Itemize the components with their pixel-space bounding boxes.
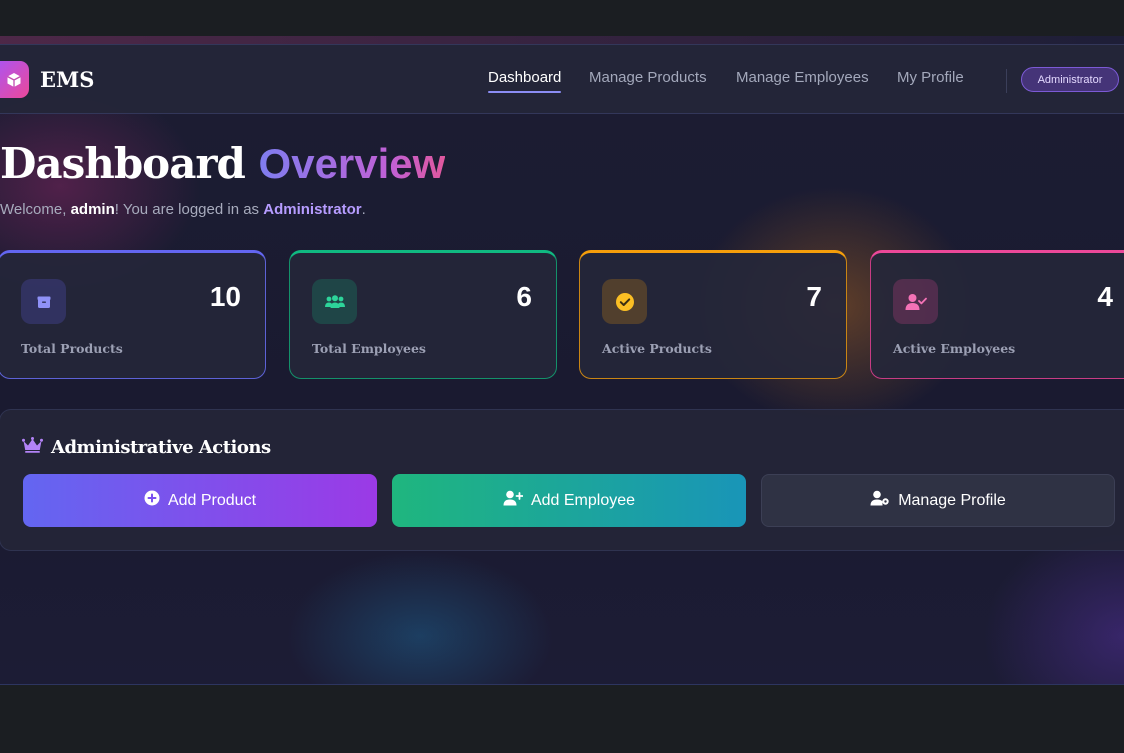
role-badge: Administrator [1021, 67, 1119, 92]
nav-my-profile[interactable]: My Profile [897, 69, 964, 86]
stat-label: Active Employees [893, 341, 1016, 356]
user-check-icon [893, 279, 938, 324]
stat-label: Active Products [602, 341, 712, 356]
nav-manage-employees[interactable]: Manage Employees [736, 69, 869, 86]
plus-circle-icon [144, 490, 160, 511]
welcome-middle: ! You are logged in as [114, 201, 264, 218]
actions-panel: Administrative Actions Add Product Add E… [0, 409, 1124, 551]
user-plus-icon [503, 490, 524, 511]
add-employee-button[interactable]: Add Employee [392, 474, 746, 527]
page-title-accent: Overview [258, 140, 446, 187]
stat-label: Total Products [21, 341, 123, 356]
box-icon [21, 279, 66, 324]
add-product-label: Add Product [167, 491, 257, 509]
stat-card-total-employees: 6 Total Employees [289, 250, 557, 379]
crown-icon [22, 437, 43, 458]
actions-title-text: Administrative Actions [51, 437, 271, 458]
logo-icon[interactable] [0, 61, 29, 98]
check-circle-icon [602, 279, 647, 324]
stat-value: 4 [1097, 281, 1113, 312]
welcome-role: Administrator [263, 201, 362, 218]
stat-card-total-products: 10 Total Products [0, 250, 266, 379]
stat-label: Total Employees [312, 341, 426, 356]
user-gear-icon [870, 490, 890, 511]
nav-dashboard[interactable]: Dashboard [488, 69, 562, 93]
stat-card-active-employees: 4 Active Employees [870, 250, 1124, 379]
stat-value: 6 [516, 281, 532, 312]
navbar: EMS Dashboard Manage Products Manage Emp… [0, 44, 1124, 114]
welcome-prefix: Welcome, [0, 201, 71, 218]
stat-value: 10 [209, 281, 241, 312]
brand-name[interactable]: EMS [40, 67, 94, 92]
manage-profile-button[interactable]: Manage Profile [761, 474, 1115, 527]
stat-value: 7 [806, 281, 822, 312]
nav-manage-products[interactable]: Manage Products [589, 69, 707, 86]
welcome-suffix: . [361, 201, 366, 218]
stat-card-active-products: 7 Active Products [579, 250, 847, 379]
page-title-main: Dashboard [0, 139, 246, 188]
app-window: EMS Dashboard Manage Products Manage Emp… [0, 36, 1124, 685]
nav-divider [1006, 69, 1007, 93]
welcome-message: Welcome, admin! You are logged in as Adm… [0, 201, 366, 218]
page-title: Dashboard Overview [0, 139, 445, 188]
users-icon [312, 279, 357, 324]
manage-profile-label: Manage Profile [898, 491, 1006, 509]
welcome-username: admin [70, 201, 115, 218]
add-product-button[interactable]: Add Product [23, 474, 377, 527]
add-employee-label: Add Employee [530, 491, 636, 509]
actions-title: Administrative Actions [22, 437, 271, 458]
